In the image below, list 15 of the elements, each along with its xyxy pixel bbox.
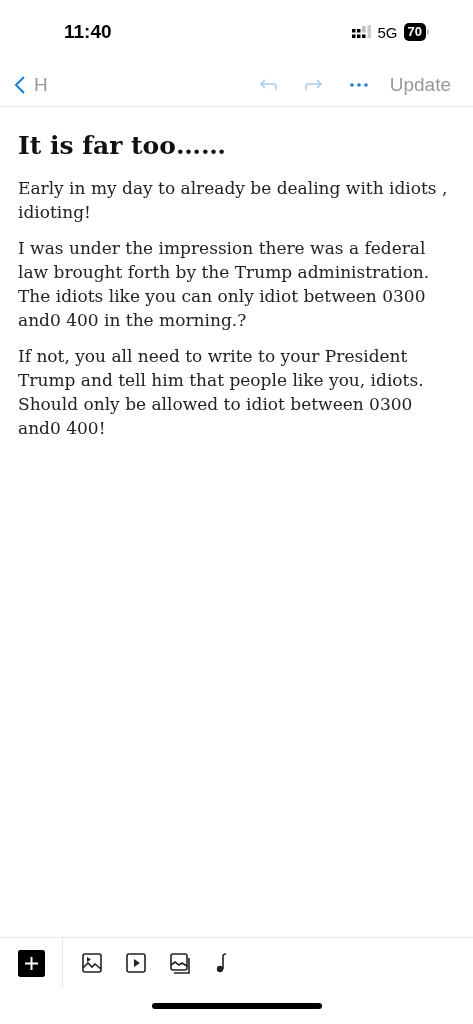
add-icon[interactable] bbox=[17, 949, 45, 977]
back-button[interactable]: H bbox=[14, 74, 48, 96]
gallery-icon[interactable] bbox=[169, 951, 192, 975]
article-title: It is far too…… bbox=[18, 131, 227, 160]
signal-icon bbox=[351, 25, 372, 39]
more-icon[interactable] bbox=[349, 83, 368, 87]
play-icon[interactable] bbox=[125, 951, 147, 974]
status-time: 11:40 bbox=[64, 21, 112, 43]
back-chevron-icon[interactable] bbox=[14, 75, 26, 95]
paragraph: Early in my day to already be dealing with idiots , idioting! bbox=[18, 177, 449, 224]
battery-level: 70 bbox=[403, 23, 426, 41]
paragraph: If not, you all need to write to your President Trump and tell him that people like you, idiots. Should only be allowed to idiot between 0300 and0 400! bbox=[18, 345, 425, 440]
network-label: 5G bbox=[377, 23, 398, 41]
paragraph: I was under the impression there was a federal law brought forth by the Trump administration. The idiots like you can only idiot between 0300 and0 400 in the morning.? bbox=[18, 237, 431, 332]
image-icon[interactable] bbox=[81, 951, 103, 974]
